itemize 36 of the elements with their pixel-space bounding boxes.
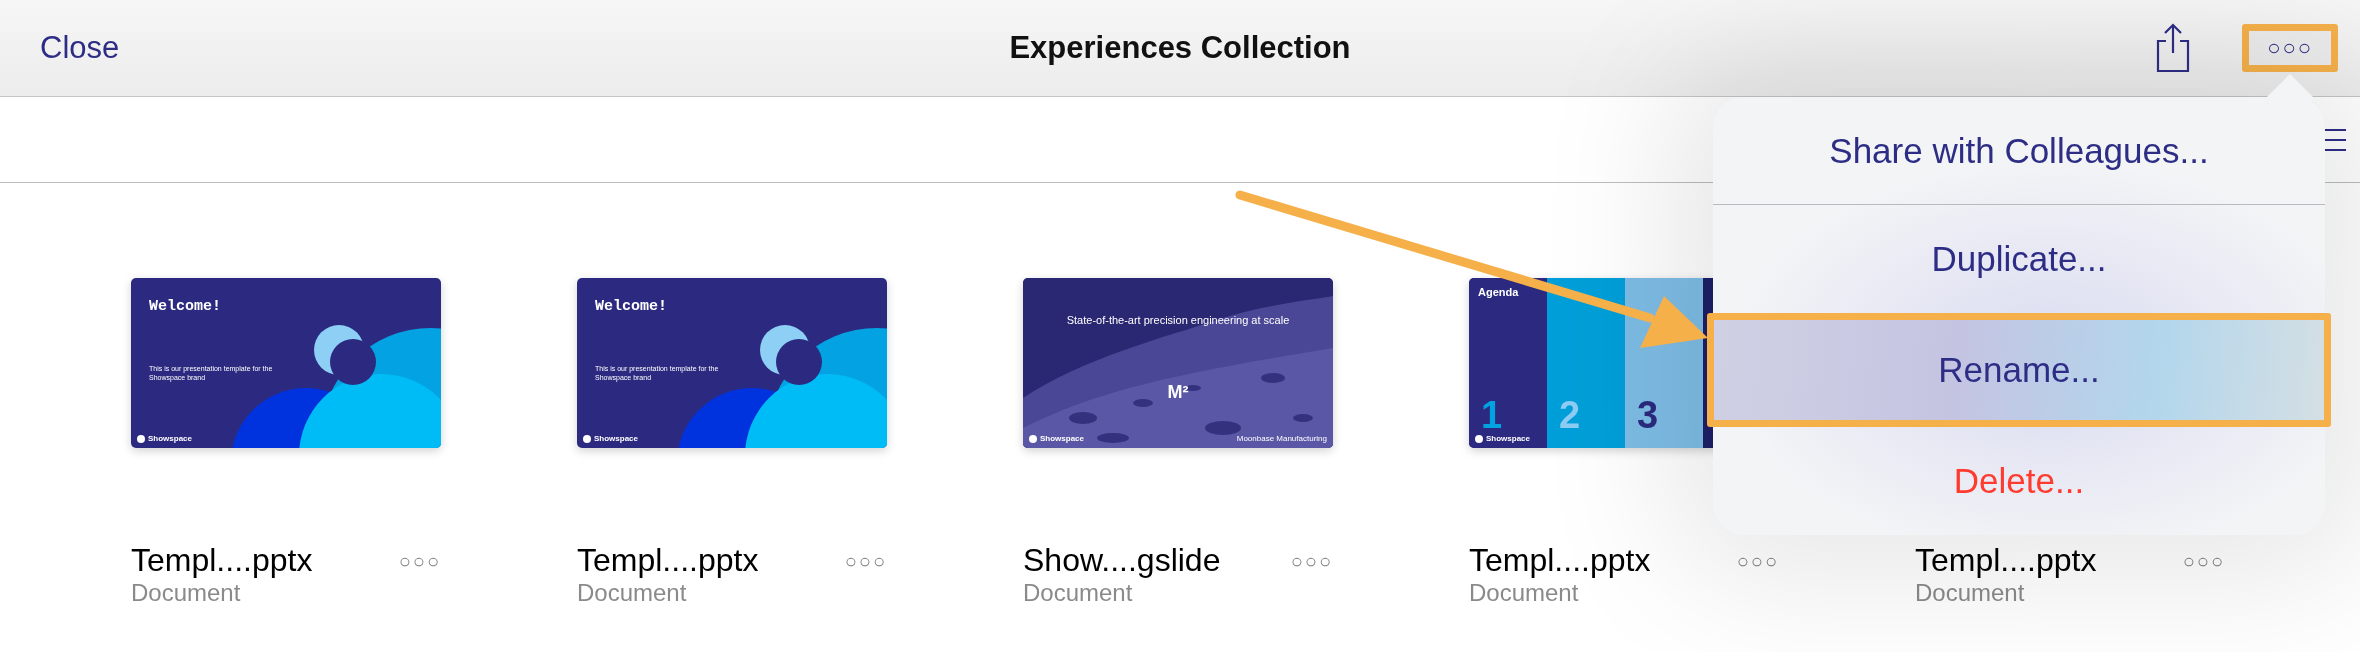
- slide-number: 2: [1559, 396, 1581, 434]
- file-type: Document: [1023, 578, 1134, 608]
- slide-footer: Moonbase Manufacturing: [1236, 434, 1327, 443]
- brand-logo: Showspace: [137, 434, 192, 443]
- more-button[interactable]: ○○○: [2182, 550, 2225, 573]
- slide-title: Welcome!: [149, 298, 221, 315]
- menu-item[interactable]: Share with Colleagues...: [1713, 97, 2325, 205]
- menu-item[interactable]: Rename...: [1714, 320, 2324, 420]
- brand-logo: Showspace: [1029, 434, 1084, 443]
- more-button[interactable]: ○○○: [2263, 31, 2317, 65]
- brand-logo: Showspace: [1475, 434, 1530, 443]
- file-name: Templ....pptx: [577, 542, 759, 578]
- file-type: Document: [577, 578, 688, 608]
- more-button[interactable]: ○○○: [1290, 550, 1333, 573]
- slide-number: 1: [1481, 396, 1503, 434]
- slide-title: Welcome!: [595, 298, 667, 315]
- file-type: Document: [1915, 578, 2026, 608]
- slide-number: 3: [1637, 396, 1659, 434]
- file-name: Templ....pptx: [1469, 542, 1651, 578]
- file-name: Templ....pptx: [131, 542, 313, 578]
- file-type: Document: [131, 578, 242, 608]
- list-icon[interactable]: [2322, 126, 2348, 153]
- more-button[interactable]: ○○○: [1736, 550, 1779, 573]
- file-name: Templ....pptx: [1915, 542, 2097, 578]
- slide-title: Agenda: [1478, 286, 1519, 298]
- slide-title: State-of-the-art precision engineering at scale: [1065, 314, 1291, 326]
- slide-mark: M²: [1166, 382, 1190, 403]
- brand-logo: Showspace: [583, 434, 638, 443]
- more-button[interactable]: ○○○: [844, 550, 887, 573]
- slide-thumbnail[interactable]: State-of-the-art precision engineering at scale M² Showspace Moonbase Manufacturing: [1023, 278, 1333, 448]
- close-button[interactable]: Close: [40, 30, 120, 66]
- share-icon[interactable]: [2156, 23, 2191, 73]
- file-type: Document: [1469, 578, 1580, 608]
- more-button[interactable]: ○○○: [398, 550, 441, 573]
- window-title: Experiences Collection: [1009, 30, 1351, 66]
- file-name: Show....gslide: [1023, 542, 1221, 578]
